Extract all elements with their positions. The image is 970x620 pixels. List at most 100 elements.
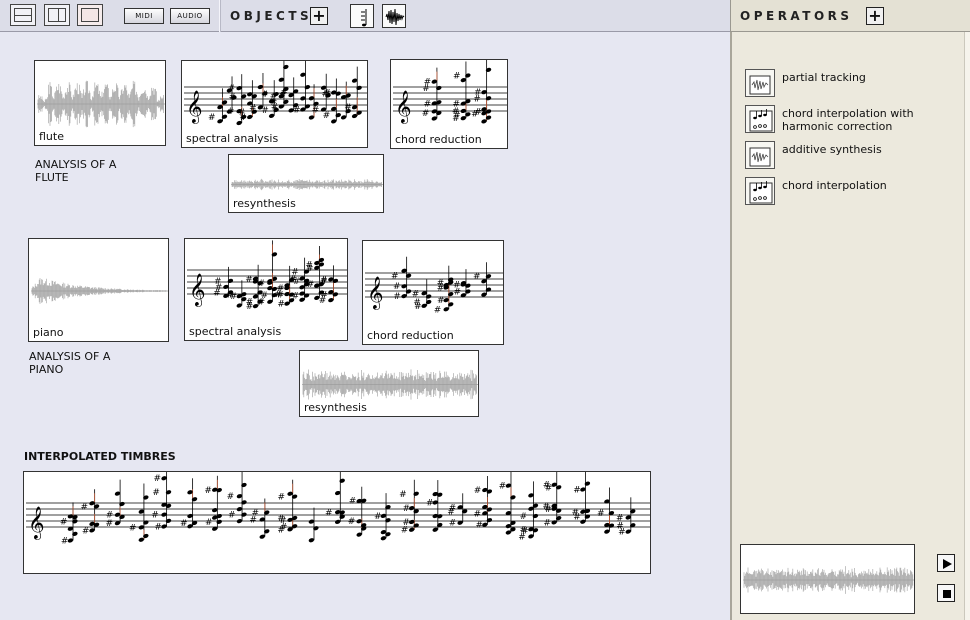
piano-chord-reduction-object[interactable]: 𝄞 # # # # # # # # # # # # # chord reduction: [362, 240, 504, 345]
svg-text:#: #: [60, 517, 68, 527]
svg-text:#: #: [499, 482, 507, 492]
svg-text:#: #: [270, 92, 278, 102]
svg-text:#: #: [424, 78, 432, 88]
svg-text:#: #: [277, 284, 285, 294]
svg-text:#: #: [473, 272, 481, 282]
svg-text:#: #: [246, 298, 254, 308]
svg-text:𝄞: 𝄞: [28, 506, 45, 540]
flute-resynthesis-object[interactable]: resynthesis: [228, 154, 384, 213]
svg-text:#: #: [449, 503, 457, 513]
svg-text:𝄞: 𝄞: [186, 90, 203, 124]
score-doc-icon: [745, 177, 775, 205]
svg-text:#: #: [214, 277, 222, 287]
layout-single-button[interactable]: [77, 4, 103, 26]
flute-spectral-analysis-object[interactable]: 𝄞 # # # # # # # # # # # # # # # # # # # # spectral analysis: [181, 60, 368, 148]
svg-text:#: #: [453, 281, 461, 291]
svg-text:#: #: [208, 113, 216, 123]
svg-text:#: #: [292, 292, 300, 302]
svg-text:#: #: [571, 508, 579, 518]
svg-text:#: #: [424, 99, 432, 109]
audio-button[interactable]: AUDIO: [170, 8, 210, 24]
operator-label: chord interpolation with harmonic correc…: [782, 107, 914, 133]
svg-text:#: #: [227, 107, 235, 117]
objects-label: OBJECTS: [230, 9, 313, 23]
svg-text:#: #: [323, 111, 331, 121]
svg-text:#: #: [412, 289, 420, 299]
svg-text:#: #: [449, 519, 457, 529]
operator-chord-interpolation[interactable]: chord interpolation: [745, 177, 965, 205]
operator-partial-tracking[interactable]: partial tracking: [745, 69, 965, 97]
operators-label: OPERATORS: [740, 9, 853, 23]
score: 𝄞 # # # # # # # # # # # # # # # # # # # # # # # # # # # # # # # # # # # # # # #…: [26, 472, 650, 546]
piano-sound-object[interactable]: piano: [28, 238, 169, 342]
interpolated-timbres-score[interactable]: 𝄞 # # # # # # # # # # # # # # # # # # # # # # # # # # # # # # # # # # # # # # #…: [23, 471, 651, 574]
svg-text:#: #: [520, 512, 528, 522]
svg-text:#: #: [228, 84, 236, 94]
svg-text:#: #: [82, 526, 90, 536]
svg-text:𝄞: 𝄞: [367, 276, 384, 310]
flute-sound-object[interactable]: flute: [34, 60, 166, 146]
add-object-button[interactable]: +: [310, 7, 328, 25]
svg-text:𝄞: 𝄞: [395, 90, 412, 124]
piano-spectral-analysis-object[interactable]: 𝄞 # # # # # # # # # # # # # # # # # # # # # # # # # # spectral ana…: [184, 238, 348, 341]
svg-text:#: #: [542, 502, 550, 512]
svg-text:#: #: [245, 275, 253, 285]
score-object-icon[interactable]: [350, 4, 374, 28]
svg-text:#: #: [474, 486, 482, 496]
svg-text:#: #: [205, 518, 213, 528]
svg-text:#: #: [453, 72, 461, 82]
piano-resynthesis-object[interactable]: resynthesis: [299, 350, 479, 417]
layout-split-vertical-button[interactable]: [44, 4, 70, 26]
svg-text:#: #: [399, 490, 407, 500]
svg-text:#: #: [393, 282, 401, 292]
svg-text:#: #: [422, 109, 430, 119]
svg-text:#: #: [227, 492, 235, 502]
svg-text:#: #: [543, 481, 551, 491]
svg-text:#: #: [81, 502, 89, 512]
svg-text:#: #: [306, 264, 314, 274]
svg-text:#: #: [258, 279, 266, 289]
svg-text:#: #: [474, 107, 482, 117]
svg-text:#: #: [403, 504, 411, 514]
svg-text:#: #: [391, 272, 399, 282]
sound-preview[interactable]: [740, 544, 915, 614]
svg-text:#: #: [393, 292, 401, 302]
svg-text:#: #: [293, 106, 301, 116]
svg-text:#: #: [434, 305, 442, 315]
svg-text:#: #: [402, 518, 410, 528]
toolbar: MIDI AUDIO OBJECTS +: [0, 0, 730, 32]
interpolated-timbres-title: INTERPOLATED TIMBRES: [24, 450, 176, 463]
operator-additive-synthesis[interactable]: additive synthesis: [745, 141, 965, 169]
svg-text:#: #: [277, 300, 285, 310]
svg-text:#: #: [204, 486, 212, 496]
svg-text:#: #: [413, 298, 421, 308]
svg-text:#: #: [154, 523, 162, 533]
flute-chord-reduction-object[interactable]: 𝄞 # # # # # # # # # # # # # chord reduction: [390, 59, 508, 149]
svg-text:#: #: [307, 280, 315, 290]
svg-text:#: #: [280, 87, 288, 97]
svg-text:#: #: [437, 296, 445, 306]
object-caption: piano: [33, 326, 64, 339]
object-caption: resynthesis: [233, 197, 296, 210]
waveform-object-icon[interactable]: [382, 4, 406, 28]
svg-text:#: #: [476, 521, 484, 531]
svg-text:#: #: [252, 508, 260, 518]
svg-text:#: #: [106, 511, 114, 521]
object-caption: spectral analysis: [189, 325, 282, 338]
svg-text:#: #: [261, 90, 269, 100]
svg-text:#: #: [238, 108, 246, 118]
svg-text:#: #: [261, 106, 269, 116]
svg-text:#: #: [320, 275, 328, 285]
object-caption: chord reduction: [395, 133, 482, 146]
object-caption: resynthesis: [304, 401, 367, 414]
midi-button[interactable]: MIDI: [124, 8, 164, 24]
operator-chord-interpolation-harmonic[interactable]: chord interpolation with harmonic correc…: [745, 105, 965, 133]
svg-text:#: #: [129, 523, 137, 533]
play-button[interactable]: [937, 554, 955, 572]
svg-text:#: #: [426, 498, 434, 508]
stop-button[interactable]: [937, 584, 955, 602]
layout-split-horizontal-button[interactable]: [10, 4, 36, 26]
score-doc-icon: [745, 105, 775, 133]
svg-text:#: #: [320, 290, 328, 300]
add-operator-button[interactable]: +: [866, 7, 884, 25]
